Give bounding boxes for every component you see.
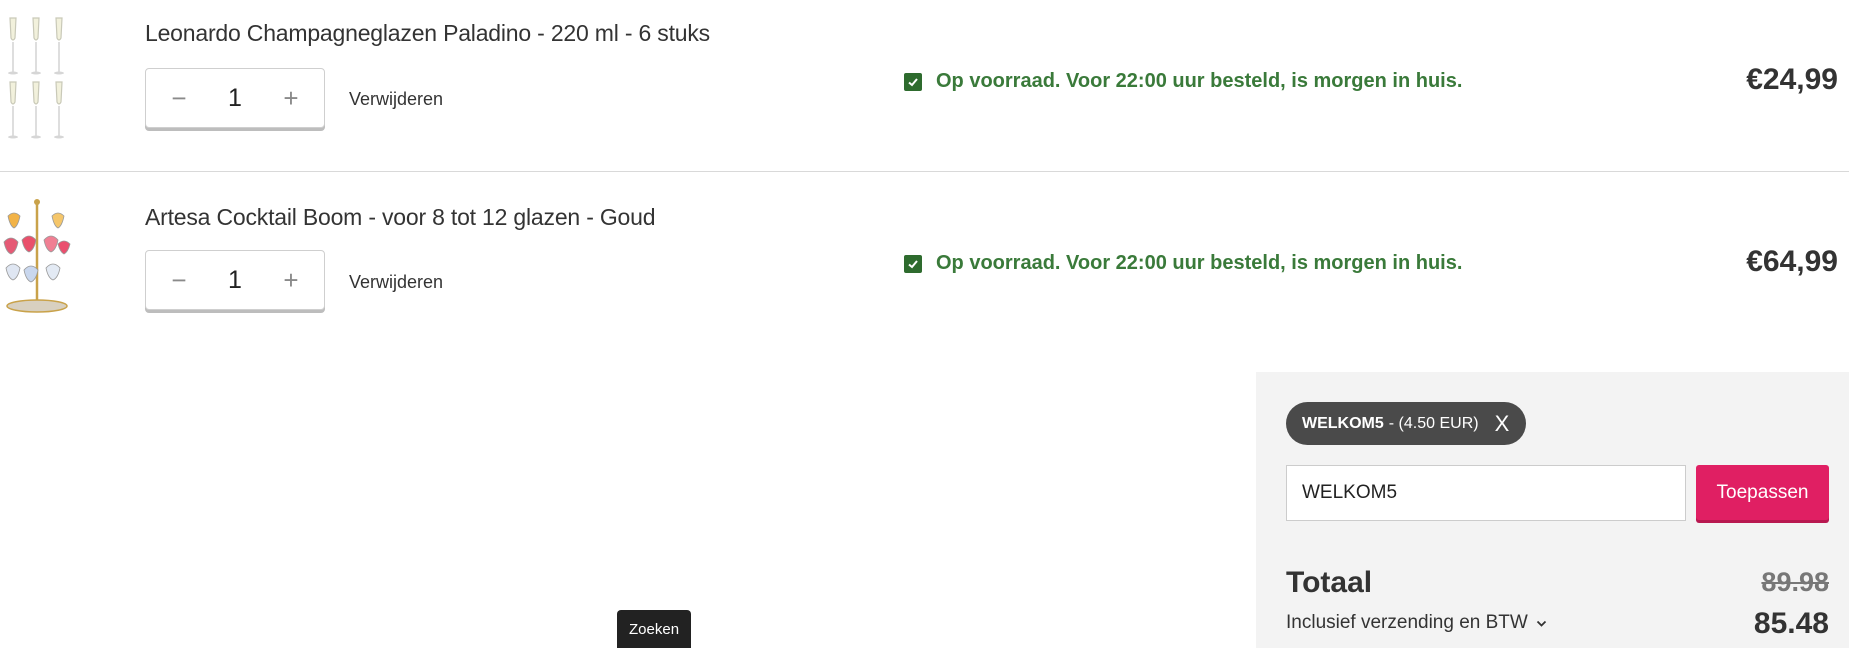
- quantity-value[interactable]: 1: [228, 84, 242, 113]
- item-price: €24,99: [1746, 63, 1838, 96]
- chevron-down-icon: [1536, 616, 1547, 631]
- quantity-value[interactable]: 1: [228, 266, 242, 295]
- discounted-total: 85.48: [1753, 607, 1829, 640]
- shipping-tax-toggle[interactable]: Inclusief verzending en BTW: [1286, 612, 1547, 634]
- coupon-code: WELKOM5: [1302, 414, 1384, 432]
- stock-status: Op voorraad. Voor 22:00 uur besteld, is …: [904, 252, 1462, 275]
- product-title[interactable]: Leonardo Champagneglazen Paladino - 220 …: [145, 20, 710, 47]
- shipping-tax-label: Inclusief verzending en BTW: [1286, 612, 1528, 633]
- product-title[interactable]: Artesa Cocktail Boom - voor 8 tot 12 gla…: [145, 204, 656, 231]
- check-square-icon: [904, 72, 922, 91]
- coupon-input[interactable]: [1286, 465, 1686, 521]
- check-square-icon: [904, 254, 922, 273]
- cart-item: Leonardo Champagneglazen Paladino - 220 …: [0, 0, 1849, 172]
- applied-coupon-chip: WELKOM5 - (4.50 EUR) X: [1286, 402, 1527, 445]
- original-total: 89.98: [1761, 567, 1829, 597]
- decrement-button[interactable]: −: [168, 267, 190, 293]
- remove-item-button[interactable]: Verwijderen: [349, 272, 443, 293]
- increment-button[interactable]: +: [280, 267, 302, 293]
- increment-button[interactable]: +: [280, 85, 302, 111]
- remove-item-button[interactable]: Verwijderen: [349, 89, 443, 110]
- cart-item: Artesa Cocktail Boom - voor 8 tot 12 gla…: [0, 172, 1849, 344]
- apply-coupon-button[interactable]: Toepassen: [1696, 465, 1829, 520]
- coupon-amount: - (4.50 EUR): [1388, 414, 1479, 432]
- product-image[interactable]: [0, 196, 72, 314]
- quantity-stepper: − 1 +: [145, 250, 325, 310]
- stock-text: Op voorraad. Voor 22:00 uur besteld, is …: [936, 70, 1463, 92]
- remove-coupon-button[interactable]: X: [1495, 411, 1510, 437]
- item-price: €64,99: [1746, 245, 1838, 278]
- search-button[interactable]: Zoeken: [617, 610, 692, 648]
- quantity-stepper: − 1 +: [145, 68, 325, 128]
- stock-text: Op voorraad. Voor 22:00 uur besteld, is …: [936, 252, 1463, 274]
- decrement-button[interactable]: −: [168, 85, 190, 111]
- product-image[interactable]: [0, 14, 72, 144]
- total-label: Totaal: [1286, 566, 1373, 599]
- order-summary: WELKOM5 - (4.50 EUR) X Toepassen Totaal …: [1256, 372, 1849, 648]
- stock-status: Op voorraad. Voor 22:00 uur besteld, is …: [904, 70, 1462, 93]
